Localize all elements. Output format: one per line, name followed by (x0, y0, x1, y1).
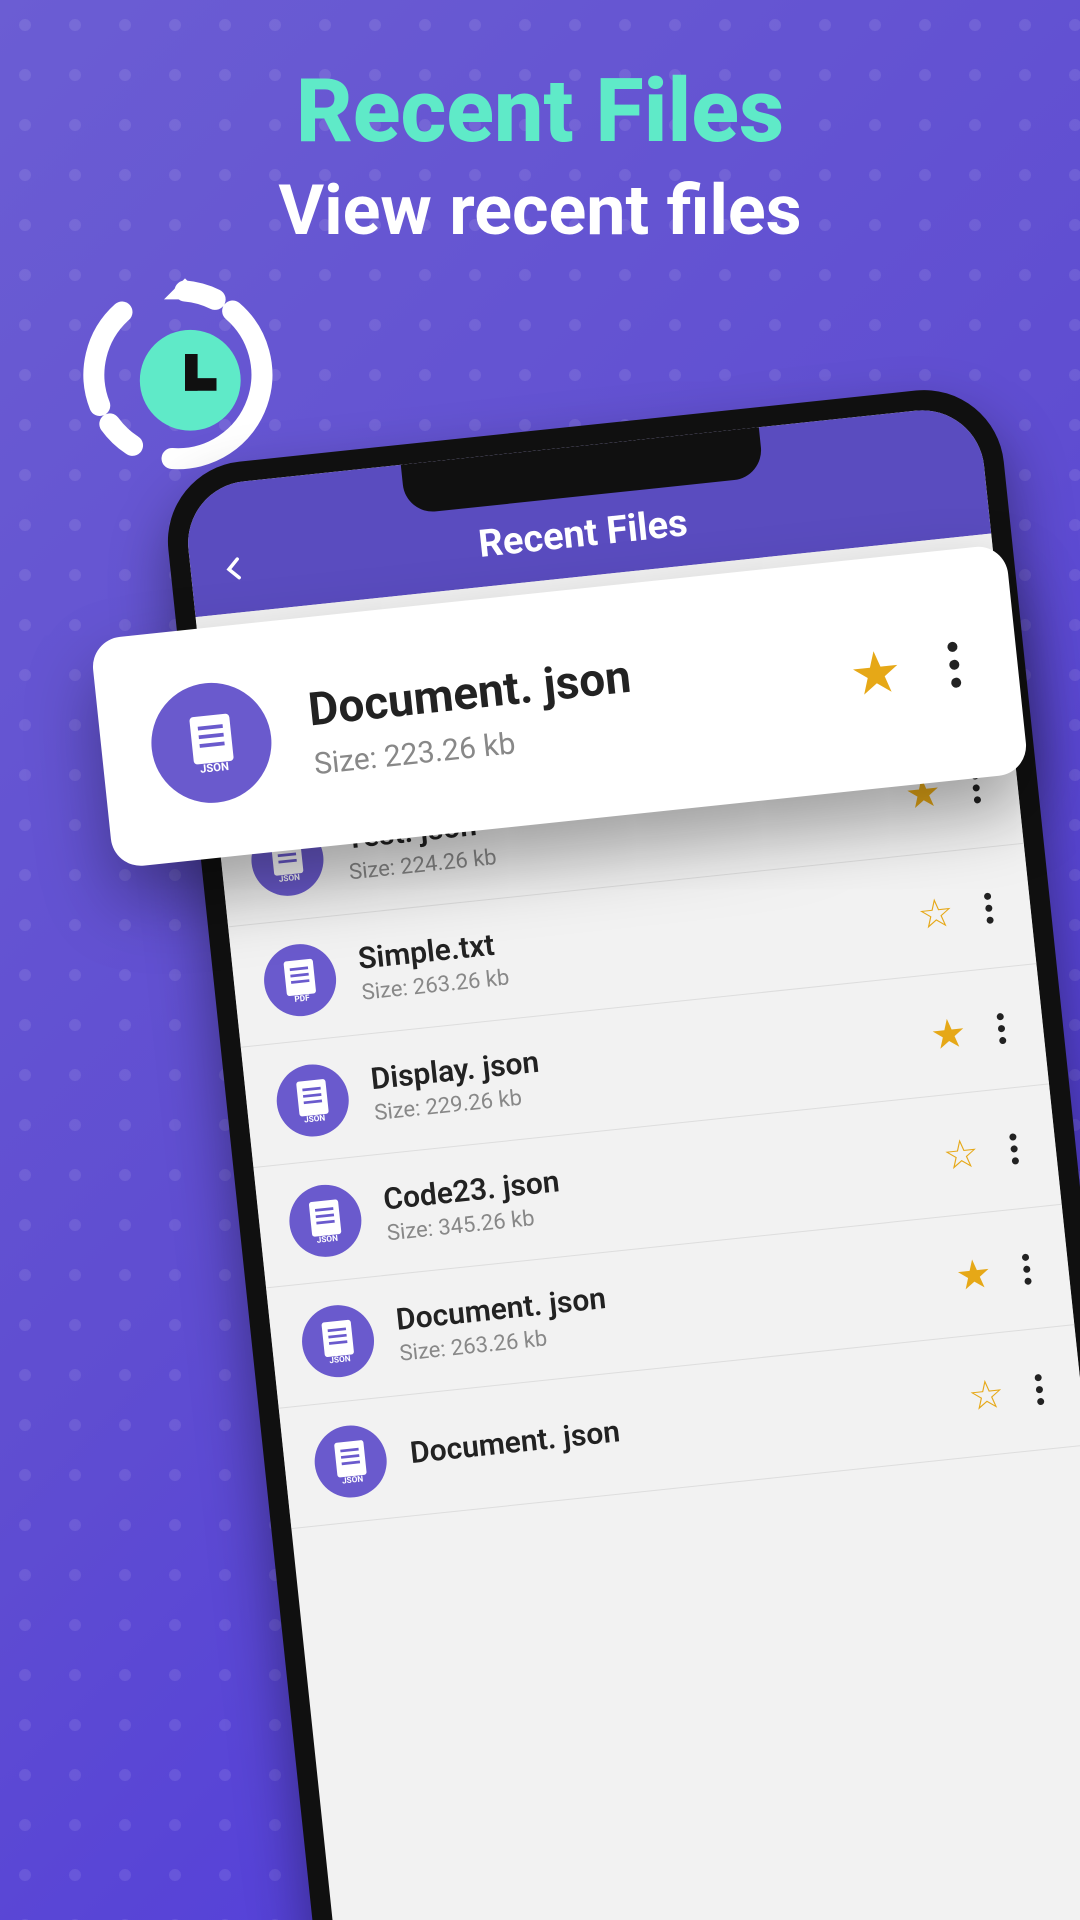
hero-subtitle: View recent files (0, 170, 1080, 252)
svg-text:PDF: PDF (294, 993, 311, 1004)
star-icon[interactable]: ★ (846, 636, 905, 710)
more-menu-button[interactable] (1026, 1372, 1052, 1405)
star-icon[interactable]: ☆ (966, 1369, 1007, 1419)
file-type-icon: JSON (298, 1302, 377, 1381)
file-type-icon: JSON (311, 1422, 390, 1501)
more-menu-button[interactable] (988, 1011, 1014, 1044)
svg-text:JSON: JSON (316, 1234, 338, 1245)
file-type-icon: PDF (261, 941, 340, 1020)
star-icon[interactable]: ★ (953, 1249, 994, 1299)
svg-text:JSON: JSON (278, 873, 300, 884)
file-type-icon: JSON (273, 1061, 352, 1140)
star-icon[interactable]: ★ (928, 1008, 969, 1058)
hero-title: Recent Files (0, 60, 1080, 163)
svg-text:JSON: JSON (342, 1474, 364, 1485)
more-menu-button[interactable] (976, 891, 1002, 924)
svg-text:JSON: JSON (199, 760, 229, 776)
star-icon[interactable]: ☆ (915, 888, 956, 938)
recent-clock-icon (80, 270, 290, 480)
svg-text:JSON: JSON (304, 1113, 326, 1124)
svg-text:JSON: JSON (329, 1354, 351, 1365)
star-icon[interactable]: ☆ (941, 1129, 982, 1179)
file-name: Document. json (408, 1380, 946, 1471)
file-type-icon: JSON (286, 1181, 365, 1260)
file-type-icon: JSON (145, 677, 277, 809)
more-menu-button[interactable] (939, 641, 970, 689)
more-menu-button[interactable] (1001, 1132, 1027, 1165)
more-menu-button[interactable] (1014, 1252, 1040, 1285)
